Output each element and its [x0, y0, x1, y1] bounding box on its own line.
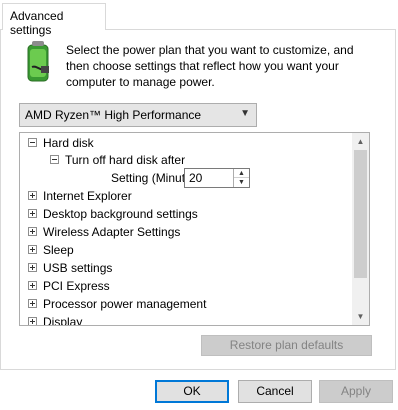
expand-icon[interactable]: [28, 227, 37, 237]
tree-item-label: USB settings: [43, 261, 113, 275]
tree-item-wireless-adapter[interactable]: Wireless Adapter Settings: [28, 223, 180, 241]
tree-item-internet-explorer[interactable]: Internet Explorer: [28, 187, 132, 205]
collapse-icon[interactable]: [50, 155, 59, 165]
collapse-icon[interactable]: [28, 138, 37, 148]
cancel-button[interactable]: Cancel: [238, 380, 312, 403]
tree-item-label: Display: [43, 315, 83, 326]
battery-plug-icon: [27, 41, 49, 82]
tree-item-label: Wireless Adapter Settings: [43, 225, 181, 239]
expand-icon[interactable]: [28, 209, 37, 219]
description-line-1: Select the power plan that you want to c…: [66, 43, 354, 57]
tree-item-label: Turn off hard disk after: [65, 153, 186, 167]
ok-button[interactable]: OK: [155, 380, 229, 403]
tree-item-label: Hard disk: [43, 136, 94, 150]
scroll-down-icon[interactable]: ▼: [352, 308, 369, 325]
chevron-down-icon: ▼: [240, 108, 250, 119]
vertical-scrollbar[interactable]: ▲ ▼: [352, 133, 369, 325]
scroll-up-icon[interactable]: ▲: [352, 133, 369, 150]
tree-item-pci-express[interactable]: PCI Express: [28, 277, 110, 295]
description-line-2: then choose settings that reflect how yo…: [66, 59, 339, 73]
expand-icon[interactable]: [28, 317, 37, 325]
tree-item-label: PCI Express: [43, 279, 110, 293]
expand-icon[interactable]: [28, 281, 37, 291]
tree-item-label: Internet Explorer: [43, 189, 132, 203]
expand-icon[interactable]: [28, 191, 37, 201]
tree-item-sleep[interactable]: Sleep: [28, 241, 74, 259]
tab-advanced-settings[interactable]: Advanced settings: [2, 3, 106, 37]
tree-item-hard-disk[interactable]: Hard disk: [28, 134, 94, 152]
restore-plan-defaults-button[interactable]: Restore plan defaults: [201, 335, 372, 356]
plan-description: Select the power plan that you want to c…: [66, 42, 366, 90]
tree-item-desktop-background[interactable]: Desktop background settings: [28, 205, 198, 223]
power-plan-select[interactable]: AMD Ryzen™ High Performance ▼: [19, 103, 257, 127]
apply-button[interactable]: Apply: [319, 380, 393, 403]
expand-icon[interactable]: [28, 299, 37, 309]
tree-item-usb-settings[interactable]: USB settings: [28, 259, 112, 277]
tree-item-label: Processor power management: [43, 297, 207, 311]
tree-item-display[interactable]: Display: [28, 313, 83, 326]
setting-minutes-value[interactable]: 20: [189, 171, 202, 185]
spin-down-icon[interactable]: ▼: [234, 178, 249, 187]
tree-item-processor-power[interactable]: Processor power management: [28, 295, 206, 313]
settings-tree[interactable]: Hard disk Turn off hard disk after Setti…: [19, 132, 370, 326]
expand-icon[interactable]: [28, 263, 37, 273]
scroll-thumb[interactable]: [354, 150, 367, 278]
spinner-buttons: ▲ ▼: [233, 169, 249, 187]
tree-item-turn-off-hard-disk[interactable]: Turn off hard disk after: [50, 151, 185, 169]
tree-item-label: Desktop background settings: [43, 207, 198, 221]
description-line-3: computer to manage power.: [66, 75, 215, 89]
setting-minutes-spinner[interactable]: 20 ▲ ▼: [184, 168, 250, 188]
tree-item-label: Sleep: [43, 243, 74, 257]
expand-icon[interactable]: [28, 245, 37, 255]
spin-up-icon[interactable]: ▲: [234, 169, 249, 178]
power-plan-value: AMD Ryzen™ High Performance: [25, 108, 202, 122]
